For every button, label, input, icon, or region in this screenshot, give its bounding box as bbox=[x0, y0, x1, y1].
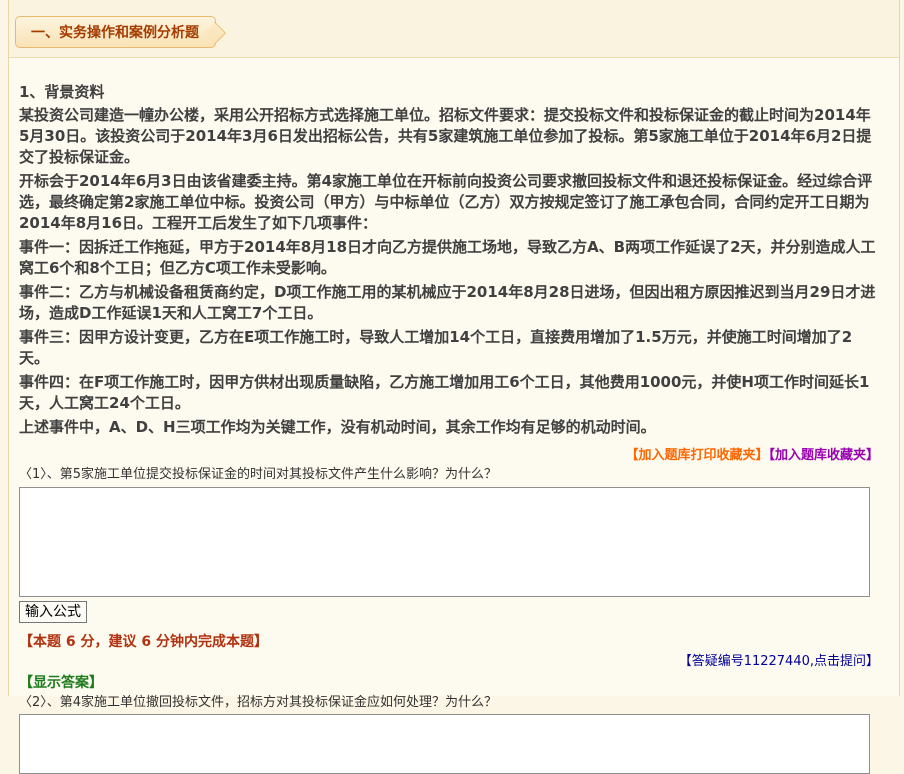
section-title-tab: 一、实务操作和案例分析题 bbox=[15, 16, 216, 48]
question-content: 1、背景资料 某投资公司建造一幢办公楼，采用公开招标方式选择施工单位。招标文件要… bbox=[9, 58, 899, 774]
answer-textarea-1[interactable] bbox=[19, 487, 870, 597]
background-paragraph: 事件三：因甲方设计变更，乙方在E项工作施工时，导致人工增加14个工日，直接费用增… bbox=[19, 327, 879, 369]
section-title: 一、实务操作和案例分析题 bbox=[31, 25, 199, 41]
answer-textarea-2[interactable] bbox=[19, 714, 870, 774]
score-note: 【本题 6 分，建议 6 分钟内完成本题】 bbox=[19, 633, 879, 651]
background-paragraph: 事件二：乙方与机械设备租赁商约定，D项工作施工用的某机械应于2014年8月28日… bbox=[19, 282, 879, 324]
background-paragraph: 某投资公司建造一幢办公楼，采用公开招标方式选择施工单位。招标文件要求：提交投标文… bbox=[19, 105, 879, 168]
background-paragraph: 开标会于2014年6月3日由该省建委主持。第4家施工单位在开标前向投资公司要求撤… bbox=[19, 171, 879, 234]
section-header: 一、实务操作和案例分析题 bbox=[9, 0, 899, 58]
question-1-label: 〈1〉、第5家施工单位提交投标保证金的时间对其投标文件产生什么影响？为什么？ bbox=[19, 466, 879, 483]
background-paragraph: 事件四：在F项工作施工时，因甲方供材出现质量缺陷，乙方施工增加用工6个工日，其他… bbox=[19, 372, 879, 414]
insert-formula-button[interactable]: 输入公式 bbox=[19, 601, 87, 623]
page-panel: 一、实务操作和案例分析题 1、背景资料 某投资公司建造一幢办公楼，采用公开招标方… bbox=[8, 0, 900, 696]
question-2-label: 〈2〉、第4家施工单位撤回投标文件，招标方对其投标保证金应如何处理？为什么？ bbox=[19, 694, 879, 711]
qa-link-row: 【答疑编号11227440,点击提问】 bbox=[19, 654, 879, 670]
background-heading: 1、背景资料 bbox=[19, 82, 879, 103]
show-answer-link[interactable]: 【显示答案】 bbox=[19, 675, 103, 691]
favorites-links-row: 【加入题库打印收藏夹】【加入题库收藏夹】 bbox=[19, 447, 879, 464]
background-paragraph: 事件一：因拆迁工作拖延，甲方于2014年8月18日才向乙方提供施工场地，导致乙方… bbox=[19, 237, 879, 279]
background-paragraph: 上述事件中，A、D、H三项工作均为关键工作，没有机动时间，其余工作均有足够的机动… bbox=[19, 417, 879, 438]
add-favorites-link[interactable]: 【加入题库收藏夹】 bbox=[768, 448, 879, 463]
qa-number-link[interactable]: 【答疑编号11227440,点击提问】 bbox=[679, 654, 879, 669]
add-print-favorites-link[interactable]: 【加入题库打印收藏夹】 bbox=[625, 448, 768, 463]
show-answer-row: 【显示答案】 bbox=[19, 673, 879, 692]
